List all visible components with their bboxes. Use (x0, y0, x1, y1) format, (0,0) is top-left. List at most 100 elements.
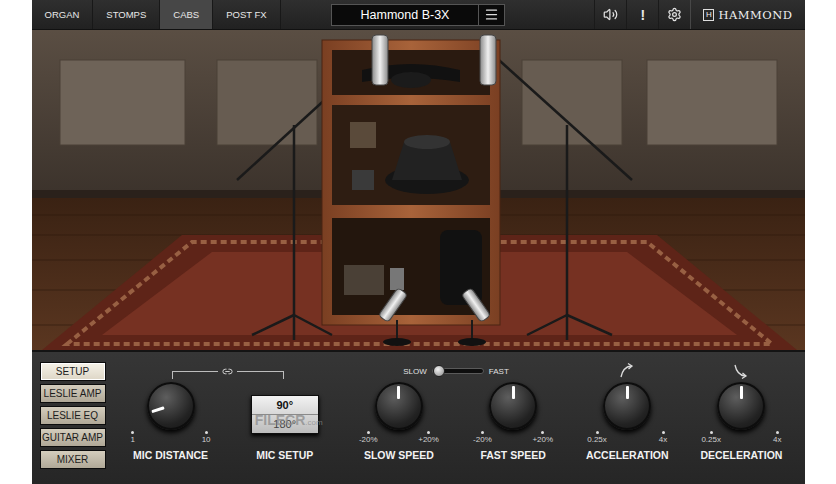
knob[interactable] (489, 382, 537, 430)
settings-button[interactable] (658, 0, 690, 29)
control-label: DECELERATION (700, 449, 782, 461)
section-list: SETUP LESLIE AMP LESLIE EQ GUITAR AMP MIXER (40, 360, 106, 478)
decelerate-arrow-icon (732, 362, 750, 380)
scale-max: 4x (659, 431, 667, 444)
section-button[interactable]: LESLIE AMP (40, 384, 106, 403)
tab[interactable]: STOMPS (93, 0, 160, 29)
knob-pointer (740, 386, 743, 399)
scale-min: 0.25x (701, 431, 721, 444)
accelerate-arrow-icon (618, 362, 636, 380)
control-label: MIC SETUP (256, 449, 313, 461)
knob-scale: 0.25x 4x (701, 431, 781, 444)
mic-setup-button[interactable]: 90°180° (251, 395, 319, 434)
bracket-left (172, 371, 219, 379)
toggle-group: 90°180° (251, 382, 319, 446)
scale-dot (367, 431, 370, 434)
knob-group: 0.25x 4x (701, 382, 781, 446)
scale-min: 0.25x (587, 431, 607, 444)
logo-text: HAMMOND (718, 8, 792, 22)
knob-rotor (489, 382, 537, 430)
mic-link-bracket (116, 360, 340, 382)
toolbar-right: ! H HAMMOND (505, 0, 805, 29)
control-cell: 1 10 MIC DISTANCE (116, 382, 226, 478)
control-label: FAST SPEED (480, 449, 545, 461)
tab[interactable]: CABS (160, 0, 213, 29)
control-cell: 90°180° MIC SETUP FILECR.com (230, 382, 340, 478)
knob[interactable] (147, 382, 195, 430)
knob-scale: -20% +20% (473, 431, 553, 444)
watermark-suffix: .com (305, 418, 322, 427)
scale-max: 4x (773, 431, 781, 444)
plugin-window: ORGANSTOMPSCABSPOST FXHammond B-3X!HHAMM… (32, 0, 805, 484)
scale-max: +20% (532, 431, 553, 444)
control-label: MIC DISTANCE (133, 449, 208, 461)
knob-group: -20% +20% (473, 382, 553, 446)
scale-dot (541, 431, 544, 434)
scale-dot (481, 431, 484, 434)
toggle-option[interactable]: 180° (252, 414, 318, 433)
knob-group: 0.25x 4x (587, 382, 667, 446)
alert-text: ! (641, 7, 646, 23)
decelerate-indicator (686, 360, 796, 382)
accelerate-indicator (572, 360, 682, 382)
toggle-option[interactable]: 90° (252, 396, 318, 414)
scale-dot (776, 431, 779, 434)
scale-dot (427, 431, 430, 434)
scale-max: 10 (202, 431, 211, 444)
knob-pointer (512, 386, 515, 399)
knob-scale: 1 10 (131, 431, 211, 444)
scale-min: 1 (131, 431, 135, 444)
leslie-cabinet-scene (32, 30, 805, 350)
scale-min: -20% (359, 431, 378, 444)
controls-grid: SLOW FAST 1 10 MIC DISTANCE 90°180° MIC SETUP F… (116, 360, 797, 478)
section-button[interactable]: GUITAR AMP (40, 428, 106, 447)
knob-scale: -20% +20% (359, 431, 439, 444)
gear-icon (667, 7, 682, 22)
knob[interactable] (717, 382, 765, 430)
alert-button[interactable]: ! (626, 0, 658, 29)
top-bar: ORGANSTOMPSCABSPOST FXHammond B-3X!HHAMM… (32, 0, 805, 30)
switch-track[interactable] (432, 368, 484, 374)
scale-dot (205, 431, 208, 434)
preset-name[interactable]: Hammond B-3X (332, 5, 478, 25)
scale-min: -20% (473, 431, 492, 444)
link-toggle[interactable] (218, 366, 237, 377)
knob[interactable] (603, 382, 651, 430)
scale-max: +20% (418, 431, 439, 444)
control-label: SLOW SPEED (364, 449, 434, 461)
tab[interactable]: ORGAN (32, 0, 94, 29)
tab[interactable]: POST FX (213, 0, 280, 29)
knob-pointer (151, 407, 164, 414)
switch-thumb[interactable] (433, 365, 445, 377)
control-label: ACCELERATION (586, 449, 669, 461)
scale-dot (131, 431, 134, 434)
link-icon (222, 366, 233, 377)
knob-rotor (603, 382, 651, 430)
volume-button[interactable] (594, 0, 626, 29)
preset-selector[interactable]: Hammond B-3X (331, 4, 505, 26)
bracket-right (237, 371, 284, 379)
menu-icon (484, 7, 499, 22)
scale-dot (710, 431, 713, 434)
tab-row: ORGANSTOMPSCABSPOST FX (32, 0, 332, 29)
knob-rotor (140, 376, 200, 436)
section-button[interactable]: SETUP (40, 362, 106, 381)
scale-dot (596, 431, 599, 434)
hammond-logo: H HAMMOND (690, 0, 804, 29)
preset-menu-button[interactable] (478, 5, 504, 25)
control-cell: -20% +20% FAST SPEED (458, 382, 568, 478)
logo-mark: H (703, 9, 714, 21)
knob-rotor (717, 382, 765, 430)
knob-rotor (375, 382, 423, 430)
knob-pointer (397, 386, 400, 399)
switch-label: FAST (489, 367, 509, 376)
watermark: FILECR.com (255, 412, 323, 428)
section-button[interactable]: LESLIE EQ (40, 406, 106, 425)
speed-switch: SLOW FAST (344, 360, 568, 382)
scale-dot (662, 431, 665, 434)
page: ORGANSTOMPSCABSPOST FXHammond B-3X!HHAMM… (0, 0, 836, 484)
switch-label: SLOW (403, 367, 427, 376)
section-button[interactable]: MIXER (40, 450, 106, 469)
knob[interactable] (375, 382, 423, 430)
control-cell: 0.25x 4x DECELERATION (686, 382, 796, 478)
